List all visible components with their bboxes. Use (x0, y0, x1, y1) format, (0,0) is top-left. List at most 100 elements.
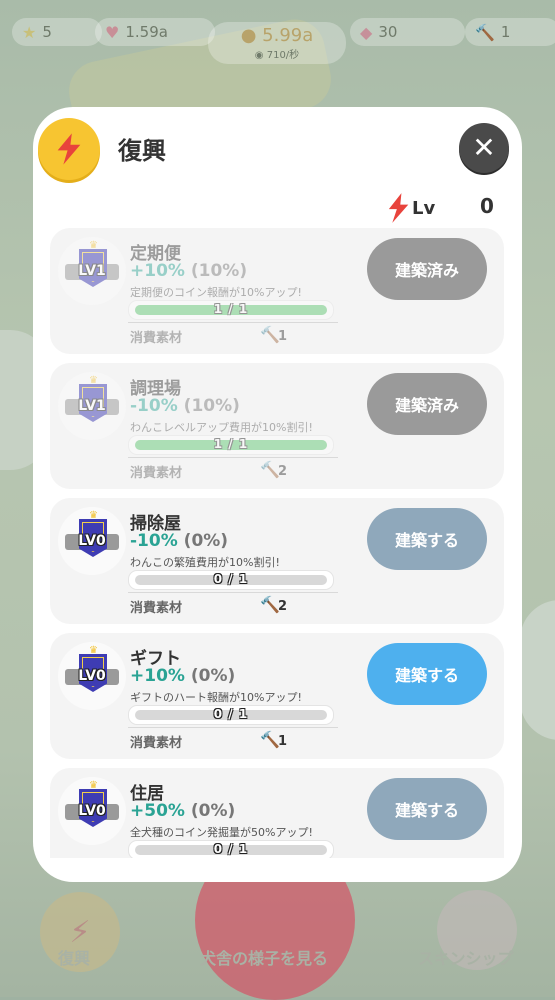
building-effect: +50% (0%) (130, 801, 235, 821)
level-badge: ♛ LV1 (58, 372, 126, 440)
hammer-icon: 🔨 (260, 325, 280, 344)
progress-text: 0 / 1 (213, 572, 249, 586)
build-button[interactable]: 建築する (367, 643, 487, 705)
crown-icon: ♛ (89, 645, 98, 656)
lightning-icon (388, 193, 409, 223)
level-badge: ♛ LV0 (58, 642, 126, 710)
hammers-counter: 🔨 1 (465, 18, 555, 46)
hammer-icon: 🔨 (260, 460, 280, 479)
hearts-counter: ♥ 1.59a (95, 18, 215, 46)
progress-text: 1 / 1 (213, 437, 249, 451)
build-button[interactable]: 建築済み (367, 238, 487, 300)
gems-counter: ◆ 30 (350, 18, 465, 46)
close-icon: ✕ (472, 131, 496, 164)
divider (128, 592, 338, 593)
hearts-value: 1.59a (125, 23, 168, 41)
building-list[interactable]: ♛ LV1 定期便 +10% (10%) 定期便のコイン報酬が10%アップ! 1… (50, 228, 504, 858)
coin-rate-icon: ◉ (254, 50, 264, 61)
material-label: 消費素材 (130, 601, 183, 616)
building-card: ♛ LV0 住居 +50% (0%) 全犬種のコイン発掘量が50%アップ! 0 … (50, 768, 504, 858)
kennel-view-label[interactable]: 犬舎の様子を見る (200, 945, 328, 969)
revival-icon (38, 118, 100, 180)
effect-current: (10%) (183, 396, 240, 416)
effect-current: (10%) (190, 261, 248, 281)
hammer-icon: 🔨 (260, 730, 280, 749)
coins-counter: ● 5.99a ◉ 710/秒 (208, 22, 346, 64)
level-badge: ♛ LV0 (58, 777, 126, 845)
level-text: LV0 (78, 533, 106, 549)
hammer-icon: 🔨 (260, 595, 280, 614)
progress-text: 0 / 1 (213, 707, 249, 721)
level-badge: ♛ LV0 (58, 507, 126, 575)
coins-value: 5.99a (262, 25, 314, 46)
effect-current: (0%) (183, 531, 229, 551)
lightning-icon (57, 133, 81, 165)
effect-pct: -10% (130, 396, 178, 416)
stars-counter: ★ 5 (12, 18, 102, 46)
coin-icon: ● (240, 25, 257, 46)
effect-current: (0%) (190, 666, 236, 686)
effect-current: (0%) (190, 801, 236, 821)
building-description: 定期便のコイン報酬が10%アップ! (130, 286, 302, 299)
building-effect: -10% (10%) (130, 396, 240, 416)
modal-title: 復興 (118, 137, 166, 165)
divider (128, 322, 338, 323)
lv-value: 0 (480, 194, 494, 218)
divider (128, 457, 338, 458)
build-button[interactable]: 建築する (367, 778, 487, 840)
progress-bar: 0 / 1 (128, 840, 334, 858)
hammer-icon: 🔨 (475, 22, 495, 42)
build-button[interactable]: 建築済み (367, 373, 487, 435)
material-label: 消費素材 (130, 331, 183, 346)
material-label: 消費素材 (130, 466, 183, 481)
material-label: 消費素材 (130, 736, 183, 751)
progress-bar: 1 / 1 (128, 435, 334, 455)
building-effect: +10% (10%) (130, 261, 247, 281)
level-text: LV0 (78, 668, 106, 684)
skinship-nav-label: スキンシップ (418, 949, 514, 968)
material-count: 1 (278, 734, 288, 749)
crown-icon: ♛ (89, 375, 98, 386)
crown-icon: ♛ (89, 240, 98, 251)
gem-icon: ◆ (360, 22, 373, 42)
divider (128, 727, 338, 728)
hammers-value: 1 (500, 23, 511, 41)
material-count: 2 (278, 599, 288, 614)
building-card: ♛ LV0 掃除屋 -10% (0%) わんこの繁殖費用が10%割引! 0 / … (50, 498, 504, 624)
building-effect: -10% (0%) (130, 531, 228, 551)
building-description: ギフトのハート報酬が10%アップ! (130, 691, 302, 704)
building-description: わんこレベルアップ費用が10%割引! (130, 421, 313, 434)
building-effect: +10% (0%) (130, 666, 235, 686)
coin-rate: 710/秒 (266, 50, 300, 61)
stars-value: 5 (42, 23, 52, 41)
building-card: ♛ LV1 定期便 +10% (10%) 定期便のコイン報酬が10%アップ! 1… (50, 228, 504, 354)
progress-text: 1 / 1 (213, 302, 249, 316)
building-card: ♛ LV1 調理場 -10% (10%) わんこレベルアップ費用が10%割引! … (50, 363, 504, 489)
crown-icon: ♛ (89, 510, 98, 521)
effect-pct: -10% (130, 531, 178, 551)
crown-icon: ♛ (89, 780, 98, 791)
revival-level: Lv (384, 192, 435, 224)
level-text: LV1 (78, 263, 106, 279)
level-badge: ♛ LV1 (58, 237, 126, 305)
material-count: 1 (278, 329, 288, 344)
gems-value: 30 (378, 23, 398, 41)
building-description: 全犬種のコイン発掘量が50%アップ! (130, 826, 313, 839)
level-text: LV1 (78, 398, 106, 414)
progress-bar: 0 / 1 (128, 705, 334, 725)
progress-bar: 0 / 1 (128, 570, 334, 590)
heart-icon: ♥ (105, 22, 120, 42)
close-button[interactable]: ✕ (459, 123, 509, 173)
building-card: ♛ LV0 ギフト +10% (0%) ギフトのハート報酬が10%アップ! 0 … (50, 633, 504, 759)
build-button[interactable]: 建築する (367, 508, 487, 570)
effect-pct: +10% (130, 666, 185, 686)
star-icon: ★ (22, 22, 37, 42)
building-description: わんこの繁殖費用が10%割引! (130, 556, 280, 569)
material-count: 2 (278, 464, 288, 479)
effect-pct: +10% (130, 261, 185, 281)
effect-pct: +50% (130, 801, 185, 821)
progress-text: 0 / 1 (213, 842, 249, 856)
revival-nav-label: 復興 (58, 949, 91, 968)
progress-bar: 1 / 1 (128, 300, 334, 320)
level-text: LV0 (78, 803, 106, 819)
